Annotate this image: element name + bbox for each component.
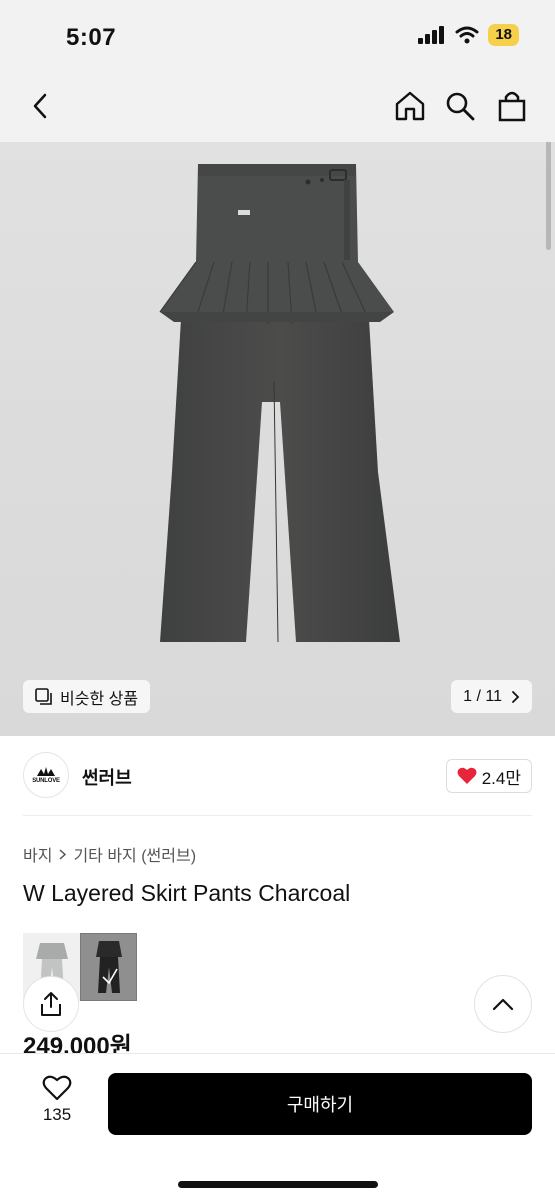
search-button[interactable] [438, 84, 482, 128]
divider [23, 815, 532, 816]
nav-bar [0, 70, 555, 142]
heart-icon [457, 767, 477, 784]
image-pager[interactable]: 1 / 11 [451, 680, 532, 713]
search-icon [446, 92, 475, 121]
similar-products-label: 비슷한 상품 [60, 690, 139, 708]
signal-icon [418, 26, 445, 44]
similar-items-icon [35, 687, 52, 705]
share-button[interactable] [23, 976, 79, 1032]
home-button[interactable] [388, 84, 432, 128]
pager-text: 1 / 11 [463, 687, 502, 705]
bottom-action-bar: 135 구매하기 [0, 1053, 555, 1200]
buy-button[interactable]: 구매하기 [108, 1073, 532, 1135]
brand-row[interactable]: SUNLOVE 썬러브 2.4만 [0, 752, 555, 800]
status-bar: 5:07 18 [0, 0, 555, 70]
share-icon [41, 992, 61, 1016]
brand-like-count: 2.4만 [481, 768, 521, 788]
charcoal-pants-thumbnail [95, 941, 122, 993]
status-time: 5:07 [66, 24, 117, 51]
color-option-charcoal[interactable] [80, 933, 137, 1001]
brand-logo-text: SUNLOVE [32, 777, 60, 784]
brand-name[interactable]: 썬러브 [82, 764, 132, 790]
scroll-indicator [546, 142, 551, 250]
chevron-up-icon [492, 998, 514, 1011]
wishlist-count: 135 [42, 1105, 72, 1124]
wishlist-button[interactable]: 135 [30, 1074, 84, 1125]
home-indicator [178, 1181, 378, 1188]
breadcrumb-level2[interactable]: 기타 바지 (썬러브) [73, 842, 196, 866]
battery-indicator: 18 [488, 24, 519, 46]
heart-outline-icon [42, 1075, 72, 1101]
brand-logo-mark [37, 766, 55, 776]
product-title: W Layered Skirt Pants Charcoal [23, 880, 351, 906]
brand-logo[interactable]: SUNLOVE [23, 752, 69, 798]
cart-button[interactable] [490, 84, 534, 128]
status-icons: 18 [418, 24, 519, 46]
back-button[interactable] [18, 84, 62, 128]
chevron-right-icon [512, 690, 520, 703]
breadcrumb: 바지 기타 바지 (썬러브) [23, 842, 196, 866]
product-image [159, 164, 400, 643]
breadcrumb-level1[interactable]: 바지 [23, 842, 52, 866]
shopping-bag-icon [498, 91, 526, 122]
home-icon [395, 91, 425, 121]
scroll-to-top-button[interactable] [474, 975, 532, 1033]
brand-like-button[interactable]: 2.4만 [445, 759, 532, 793]
chevron-right-icon [59, 848, 67, 860]
product-image-gallery[interactable] [0, 142, 555, 736]
chevron-left-icon [33, 93, 47, 119]
wifi-icon [455, 26, 479, 44]
similar-products-button[interactable]: 비슷한 상품 [23, 680, 151, 713]
